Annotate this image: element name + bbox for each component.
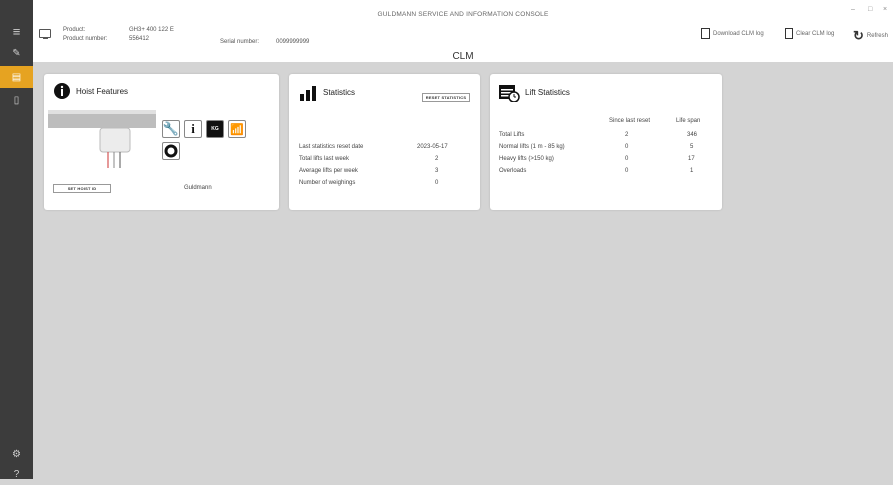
lift-row-since: 0 xyxy=(625,168,629,174)
col-life-span: Life span xyxy=(676,118,701,124)
serial-number-label: Serial number: xyxy=(220,39,260,45)
close-button[interactable]: × xyxy=(883,6,887,13)
trash-icon xyxy=(785,28,793,39)
ring-icon xyxy=(162,142,180,160)
refresh-label: Refresh xyxy=(866,33,888,39)
lift-row-label: Overloads xyxy=(499,168,527,174)
lift-row-since: 0 xyxy=(625,156,629,162)
settings-icon[interactable]: ⚙ xyxy=(0,443,33,465)
calendar-clock-icon xyxy=(499,85,520,102)
sidebar: ≡ ✎ ▤ ▯ ⚙ ? xyxy=(0,0,33,480)
device-icon xyxy=(39,29,51,39)
lift-row-life: 17 xyxy=(688,156,695,162)
refresh-icon: ↻ xyxy=(853,28,864,43)
refresh-button[interactable]: ↻ Refresh xyxy=(853,28,888,44)
stat-row-value: 2023-05-17 xyxy=(417,144,448,150)
hoist-image xyxy=(48,110,156,168)
product-label: Product: xyxy=(63,27,86,33)
pencil-icon[interactable]: ✎ xyxy=(0,42,33,64)
download-clm-log-button[interactable]: Download CLM log xyxy=(701,28,764,39)
download-label: Download CLM log xyxy=(713,30,764,37)
lift-row-life: 1 xyxy=(690,168,694,174)
lift-row-label: Heavy lifts (>150 kg) xyxy=(499,156,554,162)
product-number-value: 556412 xyxy=(129,36,150,42)
clm-icon[interactable]: ▤ xyxy=(0,66,33,88)
lift-row-label: Normal lifts (1 m - 85 kg) xyxy=(499,144,565,150)
stat-row-value: 2 xyxy=(435,156,439,162)
stat-row-label: Number of weighings xyxy=(299,180,356,186)
info-circle-icon xyxy=(54,83,70,99)
wifi-icon: 📶 xyxy=(228,120,246,138)
download-icon xyxy=(701,28,710,39)
stat-row-value: 3 xyxy=(435,168,439,174)
clear-label: Clear CLM log xyxy=(796,30,835,37)
stat-row-label: Total lifts last week xyxy=(299,156,350,162)
lift-row-since: 2 xyxy=(625,132,629,138)
col-since-last-reset: Since last reset xyxy=(609,118,651,124)
lift-row-life: 5 xyxy=(690,144,694,150)
page-title: CLM xyxy=(452,51,474,62)
info-icon: i xyxy=(184,120,202,138)
manufacturer-label: Guldmann xyxy=(184,185,212,191)
statistics-title: Statistics xyxy=(323,88,356,97)
wrench-icon: 🔧 xyxy=(162,120,180,138)
stat-row-label: Last statistics reset date xyxy=(299,144,364,150)
lift-row-since: 0 xyxy=(625,144,629,150)
statistics-card: Statistics RESET STATISTICS Last statist… xyxy=(289,74,480,210)
bar-chart-icon xyxy=(300,86,316,101)
lift-row-life: 346 xyxy=(687,132,698,138)
stat-row-value: 0 xyxy=(435,180,439,186)
maximize-button[interactable]: □ xyxy=(868,6,872,13)
product-number-label: Product number: xyxy=(63,36,108,42)
reset-statistics-button[interactable]: RESET STATISTICS xyxy=(422,93,470,102)
lift-statistics-title: Lift Statistics xyxy=(525,88,570,97)
set-hoist-id-button[interactable]: SET HOIST ID xyxy=(53,184,111,193)
serial-number-value: 0099999999 xyxy=(276,39,310,45)
help-icon[interactable]: ? xyxy=(0,463,33,485)
header: GULDMANN SERVICE AND INFORMATION CONSOLE… xyxy=(33,0,893,62)
weight-kg-icon: KG xyxy=(206,120,224,138)
hoist-features-card: Hoist Features 🔧 i KG 📶 SET HOIST ID Gul… xyxy=(44,74,279,210)
page-icon[interactable]: ▯ xyxy=(0,89,33,111)
window-title: GULDMANN SERVICE AND INFORMATION CONSOLE xyxy=(377,11,549,18)
lift-row-label: Total Lifts xyxy=(499,132,525,138)
menu-icon[interactable]: ≡ xyxy=(0,20,33,42)
clear-clm-log-button[interactable]: Clear CLM log xyxy=(785,28,834,39)
product-value: GH3+ 400 122 E xyxy=(129,27,174,33)
minimize-button[interactable]: – xyxy=(851,6,855,13)
lift-statistics-card: Lift Statistics Since last reset Life sp… xyxy=(490,74,722,210)
hoist-features-title: Hoist Features xyxy=(76,87,129,96)
stat-row-label: Average lifts per week xyxy=(299,168,358,174)
